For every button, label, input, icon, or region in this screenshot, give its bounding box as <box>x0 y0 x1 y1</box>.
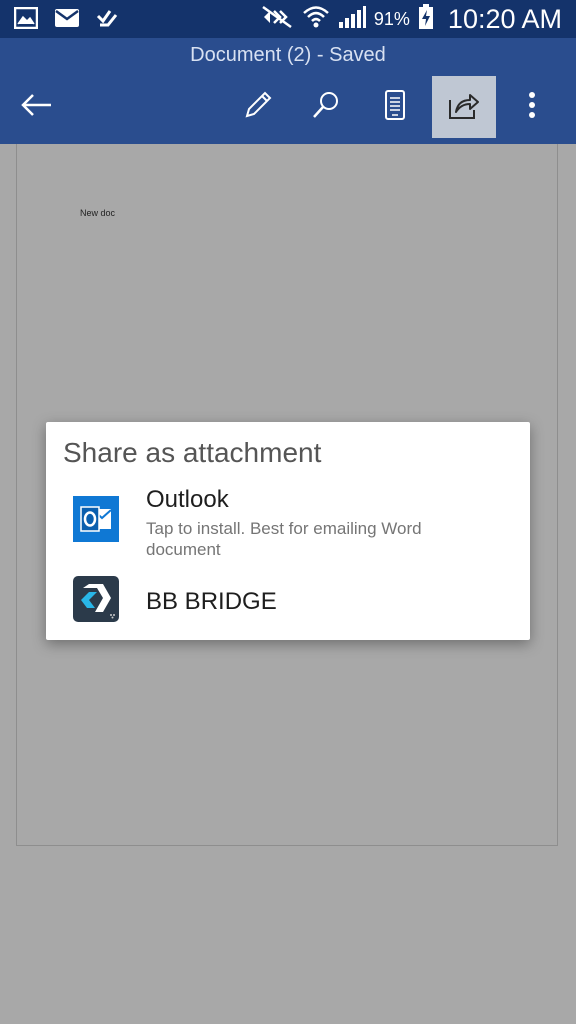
search-icon <box>311 90 341 125</box>
share-dialog: Share as attachment Outlook Tap to insta… <box>46 422 530 640</box>
dialog-title: Share as attachment <box>63 437 322 468</box>
bb-bridge-name: BB BRIDGE <box>146 588 277 615</box>
back-button[interactable] <box>5 76 69 138</box>
bb-bridge-icon <box>73 576 119 627</box>
search-button[interactable] <box>294 76 358 138</box>
edit-pencil-icon <box>243 90 273 125</box>
outlook-icon <box>73 496 119 547</box>
email-icon <box>54 7 80 34</box>
mobile-view-icon <box>384 89 406 125</box>
edit-button[interactable] <box>226 76 290 138</box>
battery-percentage: 91% <box>373 8 410 29</box>
wifi-icon <box>302 4 330 35</box>
outlook-name: Outlook <box>146 486 229 513</box>
back-arrow-icon <box>21 93 53 122</box>
share-button[interactable] <box>432 76 496 138</box>
share-option-bb-bridge[interactable]: BB BRIDGE <box>46 572 530 628</box>
outlook-description: Tap to install. Best for emailing Word d… <box>146 519 422 559</box>
signal-icon <box>338 5 366 34</box>
status-indicators: 91% 10:20 AM <box>260 0 562 38</box>
gallery-icon <box>13 6 39 34</box>
status-bar: 91% 10:20 AM <box>0 0 576 38</box>
document-title: Document (2) - Saved <box>190 44 386 66</box>
document-text: New doc <box>80 208 116 218</box>
battery-charging-icon <box>418 3 434 35</box>
notification-icons <box>13 6 120 34</box>
mobile-view-button[interactable] <box>363 76 427 138</box>
more-options-button[interactable] <box>500 76 564 138</box>
clock: 10:20 AM <box>447 3 562 34</box>
task-icon <box>96 7 120 34</box>
mute-icon <box>260 5 294 34</box>
app-bar: Document (2) - Saved <box>0 38 576 144</box>
share-icon <box>448 90 480 125</box>
more-vertical-icon <box>528 91 536 124</box>
share-option-outlook[interactable]: Outlook Tap to install. Best for emailin… <box>46 484 530 568</box>
